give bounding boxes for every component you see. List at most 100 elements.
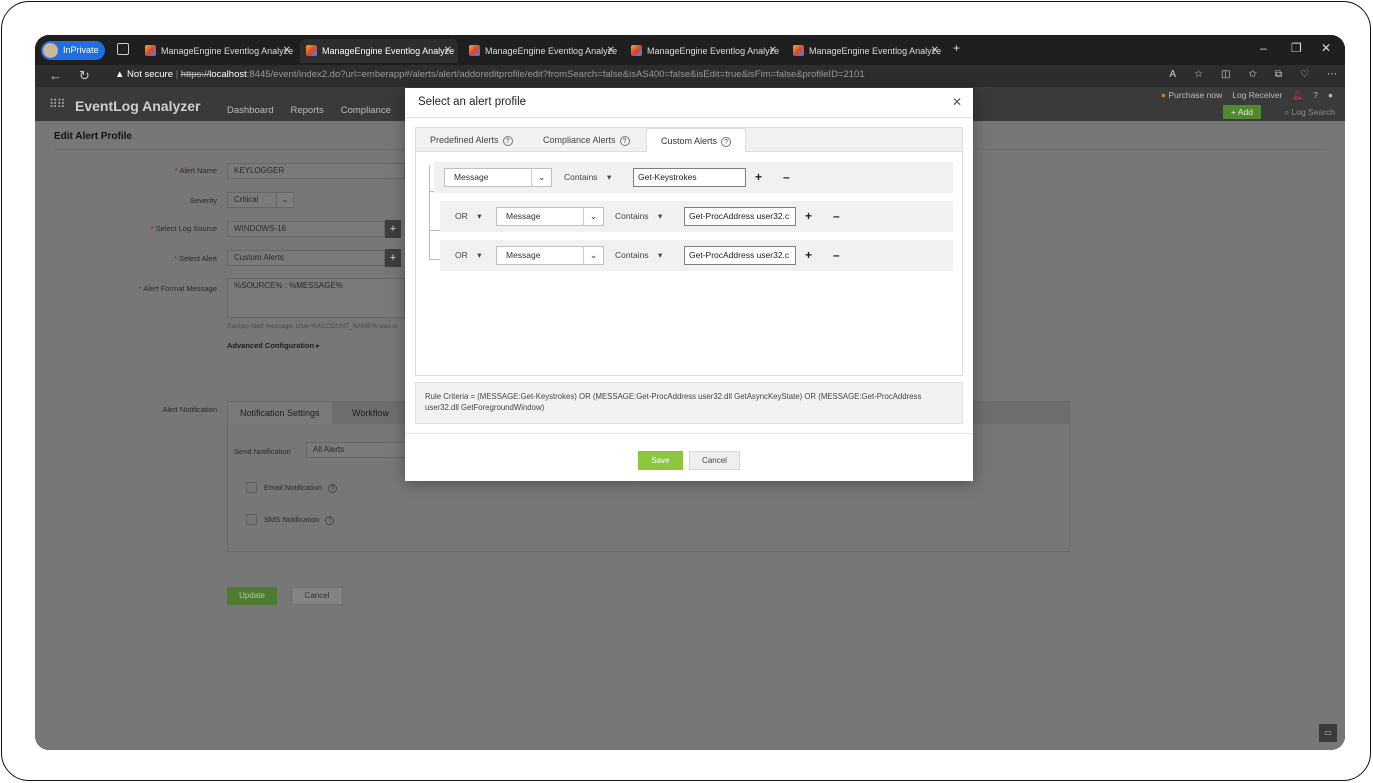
new-tab-icon[interactable]: +: [953, 41, 960, 55]
read-aloud-icon[interactable]: A: [1169, 69, 1176, 80]
browser-tab[interactable]: ManageEngine Eventlog Analyze ✕: [463, 39, 621, 63]
add-criteria-button[interactable]: +: [805, 207, 812, 226]
close-tab-icon[interactable]: ✕: [931, 39, 939, 63]
nav-compliance[interactable]: Compliance: [341, 105, 391, 116]
help-icon[interactable]: ?: [619, 136, 630, 146]
operator-select[interactable]: Contains ▾: [564, 168, 611, 187]
remove-criteria-button[interactable]: –: [833, 246, 840, 265]
sms-notification-label: SMS Notification?: [264, 515, 335, 525]
nav-dashboard[interactable]: Dashboard: [227, 105, 273, 116]
severity-select[interactable]: Critical: [227, 192, 277, 208]
operator-select[interactable]: Contains ▾: [615, 246, 662, 265]
add-log-source-button[interactable]: +: [385, 220, 401, 238]
restore-icon[interactable]: ❐: [1291, 41, 1302, 55]
modal-cancel-button[interactable]: Cancel: [689, 451, 740, 470]
add-button[interactable]: + Add: [1223, 105, 1261, 119]
log-source-input[interactable]: WINDOWS-16: [227, 221, 385, 237]
close-tab-icon[interactable]: ✕: [607, 39, 615, 63]
close-window-icon[interactable]: ✕: [1321, 41, 1331, 55]
field-select[interactable]: Message ⌄: [444, 168, 552, 187]
modal-header: Select an alert profile ✕: [405, 88, 973, 118]
tab-predefined-alerts[interactable]: Predefined Alerts?: [416, 128, 527, 152]
refresh-icon[interactable]: ↻: [79, 68, 90, 84]
tab-notification-settings[interactable]: Notification Settings: [228, 402, 332, 424]
more-menu-icon[interactable]: ⋯: [1327, 69, 1337, 80]
collections-icon[interactable]: ⧉: [1275, 69, 1282, 80]
chevron-down-icon[interactable]: ⌄: [276, 192, 294, 208]
favorite-star-icon[interactable]: ☆: [1194, 69, 1203, 80]
nav-reports[interactable]: Reports: [290, 105, 323, 116]
sms-notification-checkbox[interactable]: [246, 514, 257, 525]
favicon-icon: [306, 45, 317, 56]
joiner-select[interactable]: OR ▾: [455, 246, 481, 265]
modal-body: Predefined Alerts? Compliance Alerts? Cu…: [415, 127, 963, 376]
send-notification-select[interactable]: All Alerts: [306, 442, 416, 458]
cart-icon: ●: [1160, 90, 1166, 100]
remove-criteria-button[interactable]: –: [783, 168, 790, 187]
browser-toolbar: A ☆ ◫ ✩ ⧉ ♡ ⋯: [1169, 69, 1337, 80]
extensions-icon[interactable]: ♡: [1300, 69, 1309, 80]
alert-name-input[interactable]: KEYLOGGER: [227, 163, 405, 179]
header-right: ● Purchase now Log Receiver 🔔︎ ? ●: [1161, 90, 1333, 101]
criteria-value-input[interactable]: Get-ProcAddress user32.c: [684, 246, 796, 265]
help-icon[interactable]: ?: [327, 484, 337, 493]
browser-tab-active[interactable]: ManageEngine Eventlog Analyze ✕: [300, 39, 458, 63]
chevron-down-icon: ⌄: [531, 169, 551, 186]
remove-criteria-button[interactable]: –: [833, 207, 840, 226]
split-screen-icon[interactable]: ◫: [1221, 69, 1230, 80]
close-tab-icon[interactable]: ✕: [444, 39, 452, 63]
user-icon[interactable]: ●: [1328, 90, 1333, 101]
inprivate-badge[interactable]: InPrivate: [41, 41, 105, 60]
favicon-icon: [793, 45, 804, 56]
field-select[interactable]: Message ⌄: [496, 207, 604, 226]
purchase-now-link[interactable]: ● Purchase now: [1161, 90, 1222, 101]
log-search-link[interactable]: ⌕ Log Search: [1284, 107, 1335, 118]
back-icon[interactable]: ←: [49, 68, 62, 83]
browser-tab[interactable]: ManageEngine Eventlog Analyze ✕: [787, 39, 945, 63]
alert-notification-label: Alert Notification: [162, 405, 217, 414]
close-icon[interactable]: ✕: [952, 95, 962, 109]
chevron-down-icon: ⌄: [583, 208, 603, 225]
tab-custom-alerts[interactable]: Custom Alerts?: [646, 128, 747, 152]
advanced-configuration-link[interactable]: Advanced Configuration ▸: [227, 341, 320, 350]
format-message-textarea[interactable]: %SOURCE% : %MESSAGE%: [227, 278, 405, 318]
help-icon[interactable]: ?: [721, 137, 732, 147]
email-notification-checkbox[interactable]: [246, 482, 257, 493]
browser-tab[interactable]: ManageEngine Eventlog Analyze ✕: [625, 39, 783, 63]
add-criteria-button[interactable]: +: [755, 168, 762, 187]
email-notification-label: Email Notification?: [264, 483, 337, 493]
bell-icon[interactable]: 🔔︎: [1292, 90, 1303, 101]
tree-connector: [429, 165, 430, 259]
help-icon[interactable]: ?: [325, 516, 335, 525]
select-alert-input[interactable]: Custom Alerts: [227, 250, 385, 266]
chat-icon[interactable]: ▭: [1319, 724, 1337, 742]
browser-tab[interactable]: ManageEngine Eventlog Analyze ✕: [139, 39, 297, 63]
tab-workflow[interactable]: Workflow: [340, 402, 401, 424]
add-alert-button[interactable]: +: [385, 249, 401, 267]
criteria-row: Message ⌄ Contains ▾ Get-Keystrokes + –: [434, 162, 953, 193]
help-icon[interactable]: ?: [502, 136, 513, 146]
close-tab-icon[interactable]: ✕: [769, 39, 777, 63]
browser-tab-bar: InPrivate ManageEngine Eventlog Analyze …: [35, 35, 1345, 65]
favorites-icon[interactable]: ✩: [1249, 69, 1257, 80]
criteria-value-input[interactable]: Get-ProcAddress user32.c: [684, 207, 796, 226]
update-button[interactable]: Update: [227, 587, 277, 605]
favicon-icon: [469, 45, 480, 56]
add-criteria-button[interactable]: +: [805, 246, 812, 265]
tab-compliance-alerts[interactable]: Compliance Alerts?: [529, 128, 644, 152]
minimize-icon[interactable]: –: [1260, 41, 1267, 55]
joiner-select[interactable]: OR ▾: [455, 207, 481, 226]
url-field[interactable]: ▲ Not secure | https://localhost:8445/ev…: [115, 69, 865, 80]
apps-grid-icon[interactable]: ⠿⠿: [49, 97, 66, 111]
close-tab-icon[interactable]: ✕: [283, 39, 291, 63]
cancel-button[interactable]: Cancel: [291, 587, 343, 605]
criteria-value-input[interactable]: Get-Keystrokes: [633, 168, 746, 187]
help-icon[interactable]: ?: [1313, 90, 1318, 101]
field-select[interactable]: Message ⌄: [496, 246, 604, 265]
criteria-row: OR ▾ Message ⌄ Contains ▾ Get-ProcAddress…: [440, 201, 953, 232]
log-receiver-link[interactable]: Log Receiver: [1232, 90, 1282, 101]
tab-actions-icon[interactable]: [117, 43, 129, 55]
app-logo[interactable]: EventLog Analyzer: [75, 98, 201, 114]
save-button[interactable]: Save: [638, 451, 683, 470]
operator-select[interactable]: Contains ▾: [615, 207, 662, 226]
